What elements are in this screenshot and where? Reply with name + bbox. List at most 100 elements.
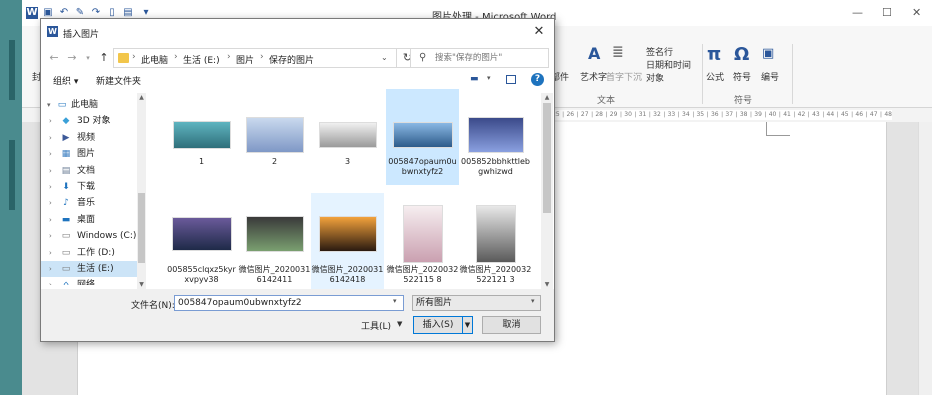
dialog-toolbar: 组织 ▾ 新建文件夹 ▬ ▾ ? [41, 71, 554, 91]
new-folder-button[interactable]: 新建文件夹 [96, 74, 141, 87]
up-arrow-icon[interactable]: ↑ [97, 51, 111, 65]
desktop-icon: ▬ [61, 214, 71, 225]
wordart-icon[interactable]: A [588, 44, 600, 63]
view-dropdown-icon[interactable]: ▾ [487, 74, 491, 82]
address-row: ← → ▾ ↑ › 此电脑 › 生活 (E:) › 图片 › 保存的图片 ⌄ ↻… [41, 45, 554, 71]
filetype-dropdown-icon[interactable]: ▾ [531, 297, 535, 305]
nav-item-label: 音乐 [77, 198, 96, 209]
files-scrollbar[interactable]: ▲ ▼ [541, 93, 553, 289]
file-tile[interactable]: 微信图片_20200316142418 [311, 193, 384, 289]
maximize-icon[interactable]: ☐ [882, 6, 892, 19]
address-dropdown-icon[interactable]: ⌄ [381, 53, 388, 62]
expand-caret-icon[interactable]: › [49, 179, 52, 195]
file-tile[interactable]: 005847opaum0ubwnxtyfz2 [386, 89, 459, 185]
minimize-icon[interactable]: — [852, 6, 863, 19]
back-arrow-icon[interactable]: ← [47, 51, 61, 65]
file-tile[interactable]: 微信图片_2020032522121 3 [459, 193, 532, 289]
file-tile[interactable]: 005855clqxz5kyrxvpyv38 [165, 193, 238, 289]
file-tile[interactable]: 1 [165, 89, 238, 185]
document-scrollbar[interactable] [918, 122, 932, 395]
expand-caret-icon[interactable]: › [49, 228, 52, 244]
insert-button[interactable]: 插入(S) [413, 316, 463, 334]
image-thumbnail [171, 217, 232, 251]
scroll-up-icon[interactable]: ▲ [541, 94, 553, 101]
breadcrumb-saved-pictures[interactable]: 保存的图片 [269, 53, 314, 66]
close-icon[interactable]: ✕ [530, 23, 548, 41]
nav-item[interactable]: › ▶ 视频 [41, 130, 137, 146]
ribbon-symbol-label[interactable]: 符号 [733, 70, 751, 83]
scroll-thumb[interactable] [138, 193, 145, 263]
image-thumbnail [172, 121, 231, 149]
file-name: 005852bbhkttlebgwhizwd [461, 157, 530, 176]
expand-caret-icon[interactable]: › [49, 277, 52, 285]
expand-caret-icon[interactable]: › [49, 212, 52, 228]
nav-item-label: 下载 [77, 182, 96, 192]
filename-dropdown-icon[interactable]: ▾ [393, 297, 397, 305]
expand-caret-icon[interactable]: ▾ [47, 97, 51, 113]
ribbon-number-label[interactable]: 编号 [761, 70, 779, 83]
nav-item[interactable]: › ♪ 音乐 [41, 195, 137, 211]
nav-item[interactable]: › ▤ 文档 [41, 163, 137, 179]
number-icon[interactable]: ▣ [762, 46, 774, 61]
symbol-icon[interactable]: Ω [734, 44, 749, 65]
expand-caret-icon[interactable]: › [49, 146, 52, 162]
drive-icon: ▭ [61, 247, 71, 258]
dropcap-icon[interactable]: ≣ [612, 44, 624, 60]
scroll-up-icon[interactable]: ▲ [137, 94, 146, 101]
filetype-select[interactable]: 所有图片 [412, 295, 541, 311]
file-tile[interactable]: 005852bbhkttlebgwhizwd [459, 89, 532, 185]
nav-scrollbar[interactable]: ▲ ▼ [137, 93, 146, 289]
expand-caret-icon[interactable]: › [49, 130, 52, 146]
file-name: 微信图片_20200316142418 [311, 265, 384, 284]
tools-dropdown-icon[interactable]: ▼ [397, 320, 402, 328]
scroll-down-icon[interactable]: ▼ [137, 281, 146, 288]
navigation-pane: ▾ ▭ 此电脑 › ◆ 3D 对象 › ▶ 视频 › ▦ 图片 › ▤ 文档 › ⬇ 下载 › ♪ 音乐 › ▬ 桌面 › ▭ Wi… [41, 93, 146, 289]
tools-button[interactable]: 工具(L) [361, 319, 391, 332]
expand-caret-icon[interactable]: › [49, 163, 52, 179]
expand-caret-icon[interactable]: › [49, 195, 52, 211]
address-bar[interactable]: › 此电脑 › 生活 (E:) › 图片 › 保存的图片 ⌄ [113, 48, 397, 68]
ribbon-signature-line[interactable]: 签名行 [646, 45, 673, 58]
help-icon[interactable]: ? [531, 73, 544, 86]
breadcrumb-separator: › [260, 52, 264, 62]
nav-item[interactable]: › ⬇ 下载 [41, 179, 137, 195]
expand-caret-icon[interactable]: › [49, 113, 52, 129]
preview-pane-icon[interactable] [506, 75, 516, 84]
file-tile[interactable]: 微信图片_2020032522115 8 [386, 193, 459, 289]
file-tile[interactable]: 微信图片_20200316142411 [238, 193, 311, 289]
nav-item[interactable]: › ⌂ 网络 [41, 277, 137, 285]
ribbon-dropcap-label[interactable]: 首字下沉 [606, 70, 642, 83]
nav-item[interactable]: › ▭ Windows (C:) [41, 228, 137, 244]
nav-item[interactable]: › ▦ 图片 [41, 146, 137, 162]
ribbon-object[interactable]: 对象 [646, 71, 664, 84]
file-tile[interactable]: 3 [311, 89, 384, 185]
breadcrumb-this-pc[interactable]: 此电脑 [141, 53, 168, 66]
filename-field[interactable]: 005847opaum0ubwnxtyfz2 [174, 295, 404, 311]
breadcrumb-pictures[interactable]: 图片 [236, 53, 254, 66]
scroll-down-icon[interactable]: ▼ [541, 281, 553, 288]
ribbon-date-time[interactable]: 日期和时间 [646, 58, 691, 71]
image-thumbnail [402, 205, 443, 263]
ribbon-equation-label[interactable]: 公式 [706, 70, 724, 83]
recent-locations-icon[interactable]: ▾ [81, 51, 95, 65]
scroll-thumb[interactable] [543, 103, 551, 213]
nav-item[interactable]: › ▭ 工作 (D:) [41, 245, 137, 261]
close-icon[interactable]: ✕ [912, 6, 921, 19]
nav-item[interactable]: › ▭ 生活 (E:) [41, 261, 137, 277]
file-tile[interactable]: 2 [238, 89, 311, 185]
nav-item[interactable]: › ▬ 桌面 [41, 212, 137, 228]
nav-item[interactable]: › ◆ 3D 对象 [41, 113, 137, 129]
expand-caret-icon[interactable]: › [49, 261, 52, 277]
equation-icon[interactable]: π [707, 44, 721, 65]
breadcrumb-drive-e[interactable]: 生活 (E:) [183, 53, 220, 66]
insert-options-dropdown-icon[interactable]: ▼ [463, 316, 473, 334]
organize-button[interactable]: 组织 ▾ [53, 74, 78, 87]
expand-caret-icon[interactable]: › [49, 245, 52, 261]
ribbon-wordart-label[interactable]: 艺术字 [580, 70, 607, 83]
view-options-icon[interactable]: ▬ [470, 74, 479, 84]
search-input[interactable] [435, 50, 545, 66]
search-box[interactable]: ⚲ [410, 48, 549, 68]
cancel-button[interactable]: 取消 [482, 316, 541, 334]
nav-item[interactable]: ▾ ▭ 此电脑 [41, 97, 137, 113]
forward-arrow-icon[interactable]: → [65, 51, 79, 65]
